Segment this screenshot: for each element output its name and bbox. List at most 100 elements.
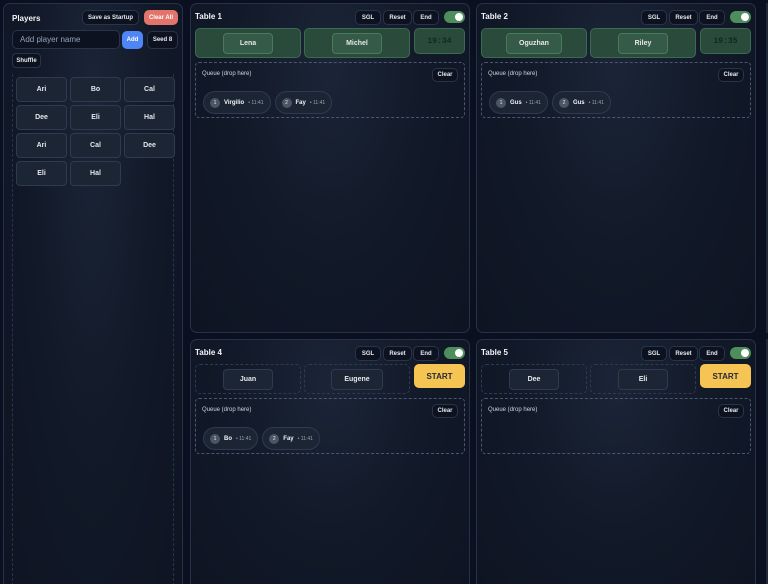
player-slot-2[interactable]: Eugene [304, 364, 410, 394]
seed-button[interactable]: Seed 8 [147, 31, 178, 49]
slot-player-name[interactable]: Juan [223, 368, 273, 390]
queue-dropzone[interactable]: Queue (drop here) Clear 1 Virgilio • 11:… [195, 62, 465, 118]
queue-dropzone[interactable]: Queue (drop here) Clear [481, 398, 751, 454]
player-chip[interactable]: Dee [16, 105, 67, 130]
end-button[interactable]: End [413, 10, 439, 25]
player-chip[interactable]: Cal [124, 77, 175, 102]
match-timer: 19:34 [414, 28, 465, 54]
player-slot-1[interactable]: Dee [481, 364, 587, 394]
table-title: Table 1 [195, 12, 222, 21]
sgl-button[interactable]: SGL [355, 10, 381, 25]
player-chip[interactable]: Ari [16, 133, 67, 158]
player-slot-1[interactable]: Oguzhan [481, 28, 587, 58]
queue-position: 2 [281, 97, 292, 108]
reset-button[interactable]: Reset [669, 346, 698, 361]
slot-player-name[interactable]: Riley [618, 32, 668, 54]
player-chip[interactable]: Eli [16, 161, 67, 186]
slot-player-name[interactable]: Eli [618, 368, 668, 390]
queue-item[interactable]: 1 Virgilio • 11:41 [203, 91, 271, 114]
queue-time: • 11:41 [588, 99, 604, 106]
save-as-startup-button[interactable]: Save as Startup [82, 10, 139, 25]
queue-item[interactable]: 1 Gus • 11:41 [489, 91, 548, 114]
table-title: Table 4 [195, 348, 222, 357]
player-chip[interactable]: Cal [70, 133, 121, 158]
queue-time: • 11:41 [309, 99, 326, 106]
start-button[interactable]: START [700, 364, 751, 388]
queue-dropzone[interactable]: Queue (drop here) Clear 1 Bo • 11:41 2 F… [195, 398, 465, 454]
sgl-button[interactable]: SGL [641, 346, 667, 361]
player-slot-2[interactable]: Eli [590, 364, 696, 394]
player-chip[interactable]: Eli [70, 105, 121, 130]
queue-label: Queue (drop here) [488, 407, 538, 413]
sgl-button[interactable]: SGL [641, 10, 667, 25]
clear-all-button[interactable]: Clear All [144, 10, 178, 25]
reset-button[interactable]: Reset [383, 10, 412, 25]
queue-item[interactable]: 2 Fay • 11:41 [262, 427, 320, 450]
player-slot-1[interactable]: Juan [195, 364, 301, 394]
queue-label: Queue (drop here) [202, 407, 252, 413]
add-player-button[interactable]: Add [122, 31, 143, 49]
slot-player-name[interactable]: Michel [332, 32, 382, 54]
slot-player-name[interactable]: Oguzhan [506, 32, 562, 54]
queue-time: • 11:41 [525, 99, 541, 106]
table-enabled-toggle[interactable] [730, 11, 751, 23]
start-button[interactable]: START [414, 364, 465, 388]
queue-position: 1 [496, 97, 506, 108]
player-pool: Ari Bo Cal Dee Eli Hal Ari Cal Dee Eli H… [16, 77, 178, 186]
end-button[interactable]: End [413, 346, 439, 361]
player-slot-2[interactable]: Riley [590, 28, 696, 58]
queue-dropzone[interactable]: Queue (drop here) Clear 1 Gus • 11:41 2 … [481, 62, 751, 118]
player-chip[interactable]: Hal [70, 161, 121, 186]
queue-time: • 11:41 [248, 99, 264, 106]
match-timer: 19:35 [700, 28, 751, 54]
queue-clear-button[interactable]: Clear [432, 404, 458, 418]
players-title: Players [12, 14, 41, 23]
player-chip[interactable]: Ari [16, 77, 67, 102]
table-card-1: Table 1 SGL Reset End Lena Michel 19:34 … [190, 3, 470, 333]
queue-player-name: Gus [572, 99, 585, 106]
queue-item[interactable]: 1 Bo • 11:41 [203, 427, 259, 450]
end-button[interactable]: End [699, 10, 725, 25]
table-enabled-toggle[interactable] [444, 11, 465, 23]
queue-player-name: Gus [510, 99, 522, 106]
queue-time: • 11:41 [236, 435, 252, 442]
table-title: Table 2 [481, 12, 508, 21]
sgl-button[interactable]: SGL [355, 346, 381, 361]
players-panel: Players Save as Startup Clear All Add Se… [3, 3, 183, 584]
slot-player-name[interactable]: Eugene [331, 368, 383, 390]
queue-label: Queue (drop here) [202, 71, 252, 77]
slot-player-name[interactable]: Lena [223, 32, 273, 54]
queue-player-name: Virgilio [224, 99, 245, 106]
shuffle-button[interactable]: Shuffle [12, 53, 41, 68]
queue-player-name: Fay [295, 99, 306, 106]
player-name-input[interactable] [12, 30, 120, 49]
queue-time: • 11:41 [297, 435, 313, 442]
table-title: Table 5 [481, 348, 508, 357]
player-slot-2[interactable]: Michel [304, 28, 410, 58]
queue-position: 1 [210, 97, 220, 108]
queue-clear-button[interactable]: Clear [432, 68, 458, 82]
slot-player-name[interactable]: Dee [509, 368, 559, 390]
table-card-5: Table 5 SGL Reset End Dee Eli START Queu… [476, 339, 756, 584]
queue-clear-button[interactable]: Clear [718, 404, 744, 418]
queue-player-name: Bo [224, 435, 232, 442]
player-chip[interactable]: Hal [124, 105, 175, 130]
queue-item[interactable]: 2 Fay • 11:41 [274, 91, 333, 114]
player-slot-1[interactable]: Lena [195, 28, 301, 58]
table-card-2: Table 2 SGL Reset End Oguzhan Riley 19:3… [476, 3, 756, 333]
end-button[interactable]: End [699, 346, 725, 361]
queue-position: 2 [269, 433, 280, 444]
queue-position: 1 [210, 433, 220, 444]
table-card-4: Table 4 SGL Reset End Juan Eugene START … [190, 339, 470, 584]
queue-item[interactable]: 2 Gus • 11:41 [551, 91, 611, 114]
reset-button[interactable]: Reset [383, 346, 412, 361]
queue-player-name: Fay [283, 435, 294, 442]
player-chip[interactable]: Bo [70, 77, 121, 102]
table-enabled-toggle[interactable] [444, 347, 465, 359]
player-chip[interactable]: Dee [124, 133, 175, 158]
table-enabled-toggle[interactable] [730, 347, 751, 359]
reset-button[interactable]: Reset [669, 10, 698, 25]
queue-label: Queue (drop here) [488, 71, 538, 77]
queue-position: 2 [558, 97, 569, 108]
queue-clear-button[interactable]: Clear [718, 68, 744, 82]
